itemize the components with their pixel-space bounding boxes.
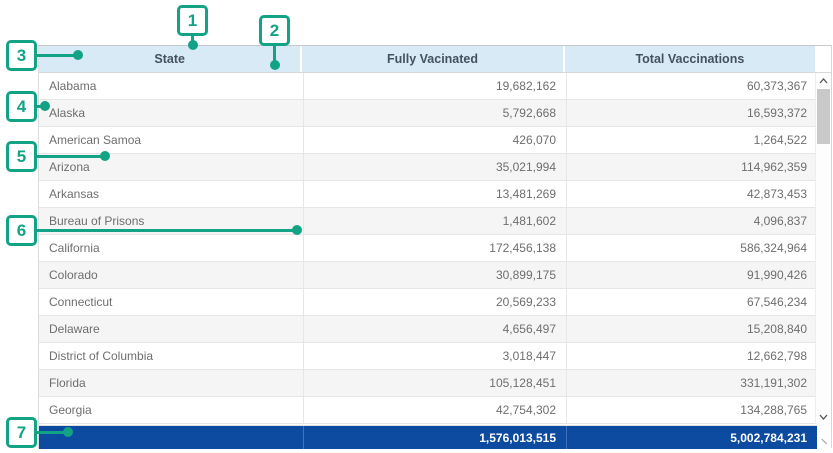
vaccination-table: State Fully Vacinated Total Vaccinations…: [38, 45, 832, 448]
callout-6-line: [36, 229, 297, 232]
total-vaccinations-cell: 16,593,372: [566, 100, 817, 126]
table-header-row: State Fully Vacinated Total Vaccinations: [39, 46, 831, 73]
vertical-scrollbar[interactable]: [815, 73, 831, 424]
fully-vaccinated-cell: 20,569,233: [303, 289, 566, 315]
total-vaccinations-cell: 134,288,765: [566, 397, 817, 423]
state-cell: Arkansas: [39, 181, 303, 207]
total-vaccinations-cell: 60,373,367: [566, 73, 817, 99]
total-vaccinations-cell: 12,662,798: [566, 343, 817, 369]
total-vaccinations-cell: 114,962,359: [566, 154, 817, 180]
fully-vaccinated-cell: 13,481,269: [303, 181, 566, 207]
fully-vaccinated-cell: 30,899,175: [303, 262, 566, 288]
callout-1-dot: [188, 40, 198, 50]
callout-3-dot: [73, 50, 83, 60]
table-row[interactable]: Alaska 5,792,668 16,593,372: [39, 100, 831, 127]
callout-5: 5: [6, 141, 37, 172]
state-cell: Connecticut: [39, 289, 303, 315]
summary-total-vaccinations-cell: 5,002,784,231: [566, 426, 817, 449]
table-body: Alabama 19,682,162 60,373,367 Alaska 5,7…: [39, 73, 831, 424]
state-cell: Florida: [39, 370, 303, 396]
header-scrollbar-corner: [815, 46, 831, 72]
state-cell: California: [39, 235, 303, 261]
table-row[interactable]: Alabama 19,682,162 60,373,367: [39, 73, 831, 100]
callout-6-dot: [292, 225, 302, 235]
callout-6: 6: [6, 215, 37, 246]
state-cell: Georgia: [39, 397, 303, 423]
state-cell: American Samoa: [39, 127, 303, 153]
scroll-up-arrow-icon[interactable]: [816, 73, 831, 88]
callout-7: 7: [6, 417, 37, 448]
table-row[interactable]: Florida 105,128,451 331,191,302: [39, 370, 831, 397]
fully-vaccinated-cell: 105,128,451: [303, 370, 566, 396]
table-row[interactable]: Arizona 35,021,994 114,962,359: [39, 154, 831, 181]
summary-fully-vaccinated-cell: 1,576,013,515: [303, 426, 566, 449]
total-vaccinations-cell: 91,990,426: [566, 262, 817, 288]
callout-3: 3: [6, 40, 37, 71]
callout-1: 1: [177, 5, 208, 36]
fully-vaccinated-cell: 4,656,497: [303, 316, 566, 342]
table-row[interactable]: Arkansas 13,481,269 42,873,453: [39, 181, 831, 208]
scrollbar-thumb[interactable]: [817, 89, 830, 144]
total-vaccinations-cell: 4,096,837: [566, 208, 817, 234]
callout-5-line: [36, 155, 105, 158]
state-cell: Alaska: [39, 100, 303, 126]
table-row[interactable]: Delaware 4,656,497 15,208,840: [39, 316, 831, 343]
total-vaccinations-cell: 1,264,522: [566, 127, 817, 153]
summary-row: 1,576,013,515 5,002,784,231: [39, 425, 817, 449]
table-row[interactable]: American Samoa 426,070 1,264,522: [39, 127, 831, 154]
table-row[interactable]: District of Columbia 3,018,447 12,662,79…: [39, 343, 831, 370]
fully-vaccinated-cell: 42,754,302: [303, 397, 566, 423]
fully-vaccinated-cell: 3,018,447: [303, 343, 566, 369]
resize-grip-icon: [821, 439, 828, 444]
total-vaccinations-cell: 15,208,840: [566, 316, 817, 342]
callout-4-dot: [40, 101, 50, 111]
state-cell: District of Columbia: [39, 343, 303, 369]
table-row[interactable]: California 172,456,138 586,324,964: [39, 235, 831, 262]
callout-5-dot: [100, 151, 110, 161]
total-vaccinations-cell: 586,324,964: [566, 235, 817, 261]
table-row[interactable]: Georgia 42,754,302 134,288,765: [39, 397, 831, 424]
callout-4: 4: [6, 91, 37, 122]
fully-vaccinated-cell: 5,792,668: [303, 100, 566, 126]
callout-2: 2: [259, 15, 290, 46]
fully-vaccinated-cell: 35,021,994: [303, 154, 566, 180]
callout-2-dot: [270, 60, 280, 70]
state-cell: Delaware: [39, 316, 303, 342]
fully-vaccinated-cell: 426,070: [303, 127, 566, 153]
fully-vaccinated-cell: 1,481,602: [303, 208, 566, 234]
summary-state-cell: [39, 426, 303, 449]
column-header-total-vaccinations[interactable]: Total Vaccinations: [565, 46, 815, 72]
total-vaccinations-cell: 42,873,453: [566, 181, 817, 207]
table-row[interactable]: Connecticut 20,569,233 67,546,234: [39, 289, 831, 316]
column-header-fully-vaccinated[interactable]: Fully Vacinated: [302, 46, 564, 72]
total-vaccinations-cell: 67,546,234: [566, 289, 817, 315]
state-cell: Alabama: [39, 73, 303, 99]
callout-3-line: [36, 54, 78, 57]
fully-vaccinated-cell: 19,682,162: [303, 73, 566, 99]
scroll-down-arrow-icon[interactable]: [816, 409, 831, 424]
fully-vaccinated-cell: 172,456,138: [303, 235, 566, 261]
callout-7-dot: [63, 427, 73, 437]
total-vaccinations-cell: 331,191,302: [566, 370, 817, 396]
table-row[interactable]: Colorado 30,899,175 91,990,426: [39, 262, 831, 289]
state-cell: Colorado: [39, 262, 303, 288]
